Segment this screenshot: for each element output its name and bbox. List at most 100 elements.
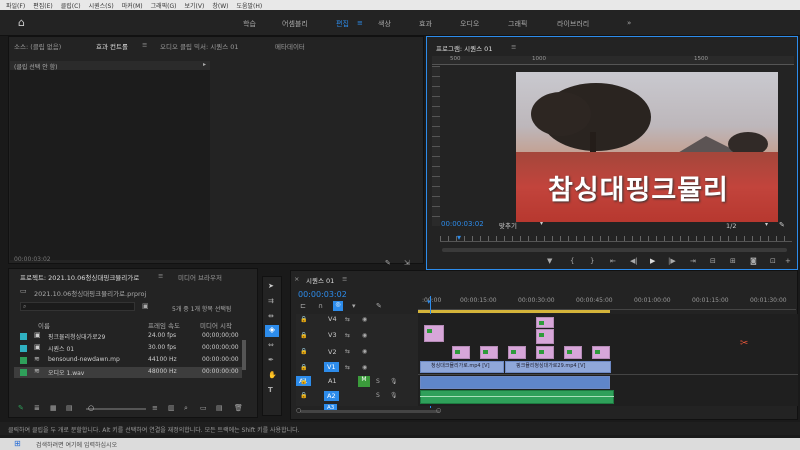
add-icon[interactable]: + bbox=[785, 257, 791, 265]
timeline-menu-icon[interactable]: ≡ bbox=[342, 275, 347, 283]
list-view-icon[interactable]: ≣ bbox=[34, 404, 40, 412]
menu-graphics[interactable]: 그래픽(G) bbox=[151, 1, 177, 10]
video-clip[interactable] bbox=[480, 346, 498, 359]
label-color-swatch[interactable] bbox=[20, 369, 27, 376]
new-item-icon[interactable]: ▤ bbox=[216, 404, 223, 412]
workspace-assembly[interactable]: 어셈블리 bbox=[282, 19, 308, 29]
video-clip[interactable] bbox=[536, 317, 554, 328]
tab-audio-clip-mixer[interactable]: 오디오 클립 믹서: 시퀀스 01 bbox=[160, 41, 239, 51]
panel-menu-icon[interactable]: ≡ bbox=[142, 41, 147, 49]
tab-metadata[interactable]: 메타데이터 bbox=[275, 41, 305, 51]
playhead-icon[interactable]: ▾ bbox=[457, 233, 461, 242]
more-workspaces-icon[interactable]: » bbox=[627, 19, 631, 27]
zoom-slider[interactable] bbox=[86, 408, 146, 410]
new-bin-icon[interactable]: ▣ bbox=[142, 302, 149, 310]
sort-icon[interactable]: ≡ bbox=[152, 404, 158, 412]
new-bin-icon[interactable]: ▭ bbox=[200, 404, 207, 412]
menu-edit[interactable]: 편집(E) bbox=[33, 1, 53, 10]
slider-handle-icon[interactable]: ○ bbox=[88, 404, 94, 412]
eye-icon[interactable]: ◉ bbox=[362, 332, 367, 339]
lock-icon[interactable]: 🔒 bbox=[300, 364, 307, 371]
hand-tool-icon[interactable]: ✋ bbox=[268, 371, 277, 379]
lock-icon[interactable]: 🔒 bbox=[300, 348, 307, 355]
program-menu-icon[interactable]: ≡ bbox=[511, 43, 516, 51]
track-a2-label[interactable]: A2 bbox=[324, 391, 339, 401]
menu-marker[interactable]: 마커(M) bbox=[122, 1, 143, 10]
lock-icon[interactable]: 🔒 bbox=[300, 316, 307, 323]
lock-icon[interactable]: 🔒 bbox=[300, 332, 307, 339]
ripple-edit-icon[interactable]: ⇹ bbox=[268, 312, 274, 320]
menu-sequence[interactable]: 시퀀스(S) bbox=[89, 1, 114, 10]
video-clip[interactable] bbox=[564, 346, 582, 359]
mute-button[interactable]: M bbox=[358, 376, 370, 387]
nest-icon[interactable]: ⊏ bbox=[300, 302, 306, 310]
button-editor-icon[interactable]: ⊡ bbox=[770, 257, 776, 265]
menu-clip[interactable]: 클립(C) bbox=[61, 1, 81, 10]
taskbar-search[interactable]: 검색하려면 여기에 입력하십시오 bbox=[36, 442, 117, 449]
tab-media-browser[interactable]: 미디어 브라우저 bbox=[178, 272, 222, 282]
slip-tool-icon[interactable]: ⇔ bbox=[268, 341, 274, 349]
extract-icon[interactable]: ⊞ bbox=[730, 257, 736, 265]
label-color-swatch[interactable] bbox=[20, 345, 27, 352]
column-media-start[interactable]: 미디어 시작 bbox=[200, 320, 232, 330]
eye-icon[interactable]: ◉ bbox=[362, 316, 367, 323]
play-icon[interactable]: ▶ bbox=[650, 257, 655, 265]
workspace-editing[interactable]: 편집 bbox=[336, 19, 349, 29]
tab-source[interactable]: 소스: (클립 없음) bbox=[14, 41, 61, 51]
workspace-libraries[interactable]: 라이브러리 bbox=[557, 19, 589, 29]
column-frame-rate[interactable]: 프레임 속도 bbox=[148, 320, 180, 330]
microphone-icon[interactable]: 🎙 bbox=[390, 392, 398, 399]
freeform-view-icon[interactable]: ▤ bbox=[66, 404, 73, 412]
windows-start-icon[interactable]: ⊞ bbox=[14, 439, 21, 448]
menu-view[interactable]: 보기(V) bbox=[185, 1, 205, 10]
pencil-icon[interactable]: ✎ bbox=[18, 404, 24, 412]
eye-icon[interactable]: ◉ bbox=[362, 348, 367, 355]
home-icon[interactable]: ⌂ bbox=[18, 16, 25, 29]
wrench-icon[interactable]: ✎ bbox=[376, 302, 382, 310]
solo-button[interactable]: S bbox=[376, 378, 380, 385]
timeline-timecode[interactable]: 00:00:03:02 bbox=[298, 290, 347, 299]
timeline-scrollbar[interactable] bbox=[300, 410, 440, 413]
lock-icon[interactable]: 🔒 bbox=[300, 378, 307, 385]
project-item-row[interactable]: ≋ 오디오 1.wav 48000 Hz 00:00:00:00 bbox=[14, 367, 242, 378]
type-tool-icon[interactable]: T bbox=[268, 386, 273, 394]
track-v2-label[interactable]: V2 bbox=[328, 348, 337, 356]
snap-icon[interactable]: ∩ bbox=[318, 302, 323, 310]
column-name[interactable]: 이름 bbox=[38, 320, 50, 330]
video-clip[interactable] bbox=[592, 346, 610, 359]
wrench-icon[interactable]: ✎ bbox=[385, 259, 391, 267]
chevron-down-icon[interactable]: ▾ bbox=[765, 221, 768, 228]
scroll-handle-icon[interactable]: ○ bbox=[436, 407, 441, 414]
mark-in-icon[interactable]: { bbox=[570, 257, 574, 265]
panel-menu-icon[interactable]: ≡ bbox=[158, 272, 163, 280]
lift-icon[interactable]: ⊟ bbox=[710, 257, 716, 265]
go-to-out-icon[interactable]: ⇥ bbox=[690, 257, 696, 265]
linked-selection-icon[interactable]: ◎ bbox=[333, 301, 343, 311]
lock-icon[interactable]: 🔒 bbox=[300, 392, 307, 399]
video-clip[interactable] bbox=[424, 325, 444, 342]
workspace-graphics[interactable]: 그래픽 bbox=[508, 19, 527, 29]
workspace-menu-icon[interactable]: ≡ bbox=[357, 19, 363, 27]
find-icon[interactable]: ⌕ bbox=[184, 404, 188, 413]
menu-help[interactable]: 도움말(H) bbox=[236, 1, 262, 10]
project-search-input[interactable]: ⌕ bbox=[20, 302, 135, 311]
resolution-dropdown[interactable]: 1/2 bbox=[726, 222, 736, 230]
sync-lock-icon[interactable]: ⇆ bbox=[345, 332, 350, 339]
go-to-in-icon[interactable]: ⇤ bbox=[610, 257, 616, 265]
program-scrubber[interactable] bbox=[440, 236, 792, 242]
menu-window[interactable]: 창(W) bbox=[212, 1, 228, 10]
sync-lock-icon[interactable]: ⇆ bbox=[345, 348, 350, 355]
audio-clip-a1[interactable] bbox=[420, 376, 610, 389]
export-frame-icon[interactable]: ⇲ bbox=[404, 259, 410, 267]
video-clip[interactable] bbox=[536, 346, 554, 359]
tab-project[interactable]: 프로젝트: 2021.10.06청싱대핑크뮬리가로 bbox=[20, 272, 139, 282]
project-item-row[interactable]: ≋ bensound-newdawn.mp 44100 Hz 00:00:00:00 bbox=[14, 355, 242, 366]
sync-lock-icon[interactable]: ⇆ bbox=[345, 364, 350, 371]
video-clip-v1[interactable]: 핑크뮬리청싱대가로29.mp4 [V] bbox=[505, 361, 611, 373]
workspace-effects[interactable]: 효과 bbox=[419, 19, 432, 29]
project-item-row[interactable]: ▣ 시퀀스 01 30.00 fps 00;00;00;00 bbox=[14, 343, 242, 354]
track-a1-label[interactable]: A1 bbox=[328, 377, 337, 385]
camera-icon[interactable]: ◙ bbox=[750, 257, 757, 265]
sync-lock-icon[interactable]: ⇆ bbox=[345, 316, 350, 323]
razor-tool-icon[interactable]: ◈ bbox=[265, 325, 279, 337]
